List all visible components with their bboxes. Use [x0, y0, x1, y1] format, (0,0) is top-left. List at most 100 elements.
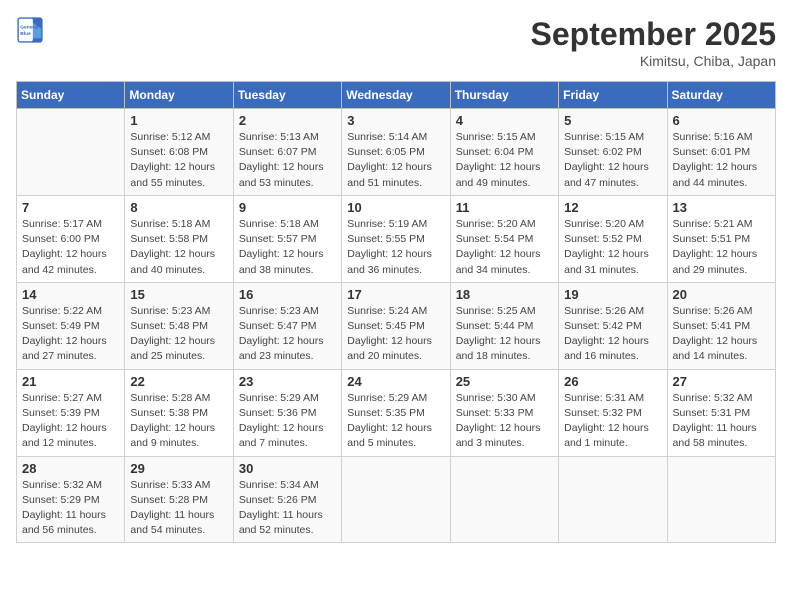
day-number: 8 [130, 200, 227, 215]
day-cell: 24 Sunrise: 5:29 AM Sunset: 5:35 PM Dayli… [342, 369, 450, 456]
calendar-table: SundayMondayTuesdayWednesdayThursdayFrid… [16, 81, 776, 543]
day-cell [342, 456, 450, 543]
day-cell: 25Sunrise: 5:30 AM Sunset: 5:33 PM Dayli… [450, 369, 558, 456]
day-cell: 10Sunrise: 5:19 AM Sunset: 5:55 PM Dayli… [342, 195, 450, 282]
day-number: 29 [130, 461, 227, 476]
day-info: Sunrise: 5:18 AM Sunset: 5:57 PM Dayligh… [239, 217, 336, 278]
day-info: Sunrise: 5:28 AM Sunset: 5:38 PM Dayligh… [130, 391, 227, 452]
day-cell: 30 Sunrise: 5:34 AM Sunset: 5:26 PM Dayli… [233, 456, 341, 543]
day-info: Sunrise: 5:33 AM Sunset: 5:28 PM Dayligh… [130, 478, 227, 539]
day-cell: 19 Sunrise: 5:26 AM Sunset: 5:42 PM Dayli… [559, 282, 667, 369]
day-cell: 12Sunrise: 5:20 AM Sunset: 5:52 PM Dayli… [559, 195, 667, 282]
day-cell: 26 Sunrise: 5:31 AM Sunset: 5:32 PM Dayli… [559, 369, 667, 456]
day-info: Sunrise: 5:15 AM Sunset: 6:04 PM Dayligh… [456, 130, 553, 191]
svg-text:Blue: Blue [20, 31, 31, 37]
day-info: Sunrise: 5:13 AM Sunset: 6:07 PM Dayligh… [239, 130, 336, 191]
day-number: 16 [239, 287, 336, 302]
day-info: Sunrise: 5:24 AM Sunset: 5:45 PM Dayligh… [347, 304, 444, 365]
day-number: 10 [347, 200, 444, 215]
day-number: 15 [130, 287, 227, 302]
day-cell [17, 109, 125, 196]
col-header-friday: Friday [559, 82, 667, 109]
day-info: Sunrise: 5:34 AM Sunset: 5:26 PM Dayligh… [239, 478, 336, 539]
day-number: 22 [130, 374, 227, 389]
day-cell: 21 Sunrise: 5:27 AM Sunset: 5:39 PM Dayli… [17, 369, 125, 456]
day-number: 20 [673, 287, 770, 302]
week-row-2: 7 Sunrise: 5:17 AM Sunset: 6:00 PM Daylig… [17, 195, 776, 282]
day-cell: 27 Sunrise: 5:32 AM Sunset: 5:31 PM Dayli… [667, 369, 775, 456]
day-cell: 7 Sunrise: 5:17 AM Sunset: 6:00 PM Daylig… [17, 195, 125, 282]
day-cell: 15 Sunrise: 5:23 AM Sunset: 5:48 PM Dayli… [125, 282, 233, 369]
day-info: Sunrise: 5:32 AM Sunset: 5:29 PM Dayligh… [22, 478, 119, 539]
day-number: 7 [22, 200, 119, 215]
day-info: Sunrise: 5:25 AM Sunset: 5:44 PM Dayligh… [456, 304, 553, 365]
day-number: 27 [673, 374, 770, 389]
day-cell: 18 Sunrise: 5:25 AM Sunset: 5:44 PM Dayli… [450, 282, 558, 369]
day-number: 14 [22, 287, 119, 302]
week-row-3: 14 Sunrise: 5:22 AM Sunset: 5:49 PM Dayli… [17, 282, 776, 369]
day-cell: 4 Sunrise: 5:15 AM Sunset: 6:04 PM Daylig… [450, 109, 558, 196]
day-info: Sunrise: 5:16 AM Sunset: 6:01 PM Dayligh… [673, 130, 770, 191]
day-cell: 29 Sunrise: 5:33 AM Sunset: 5:28 PM Dayli… [125, 456, 233, 543]
week-row-5: 28 Sunrise: 5:32 AM Sunset: 5:29 PM Dayli… [17, 456, 776, 543]
day-cell: 16Sunrise: 5:23 AM Sunset: 5:47 PM Dayli… [233, 282, 341, 369]
calendar-body: 1 Sunrise: 5:12 AM Sunset: 6:08 PM Daylig… [17, 109, 776, 543]
col-header-sunday: Sunday [17, 82, 125, 109]
day-number: 6 [673, 113, 770, 128]
day-number: 13 [673, 200, 770, 215]
day-cell: 22 Sunrise: 5:28 AM Sunset: 5:38 PM Dayli… [125, 369, 233, 456]
day-info: Sunrise: 5:30 AM Sunset: 5:33 PM Dayligh… [456, 391, 553, 452]
day-info: Sunrise: 5:20 AM Sunset: 5:52 PM Dayligh… [564, 217, 661, 278]
day-cell: 1 Sunrise: 5:12 AM Sunset: 6:08 PM Daylig… [125, 109, 233, 196]
day-number: 17 [347, 287, 444, 302]
day-number: 21 [22, 374, 119, 389]
day-info: Sunrise: 5:27 AM Sunset: 5:39 PM Dayligh… [22, 391, 119, 452]
day-cell: 8 Sunrise: 5:18 AM Sunset: 5:58 PM Daylig… [125, 195, 233, 282]
day-info: Sunrise: 5:26 AM Sunset: 5:42 PM Dayligh… [564, 304, 661, 365]
day-cell [667, 456, 775, 543]
day-cell [559, 456, 667, 543]
day-info: Sunrise: 5:18 AM Sunset: 5:58 PM Dayligh… [130, 217, 227, 278]
day-info: Sunrise: 5:31 AM Sunset: 5:32 PM Dayligh… [564, 391, 661, 452]
col-header-tuesday: Tuesday [233, 82, 341, 109]
day-cell: 11Sunrise: 5:20 AM Sunset: 5:54 PM Dayli… [450, 195, 558, 282]
col-header-monday: Monday [125, 82, 233, 109]
day-cell: 9Sunrise: 5:18 AM Sunset: 5:57 PM Daylig… [233, 195, 341, 282]
day-info: Sunrise: 5:15 AM Sunset: 6:02 PM Dayligh… [564, 130, 661, 191]
page-header: General Blue September 2025 Kimitsu, Chi… [16, 16, 776, 69]
col-header-wednesday: Wednesday [342, 82, 450, 109]
day-number: 11 [456, 200, 553, 215]
month-title: September 2025 [531, 16, 776, 53]
day-info: Sunrise: 5:12 AM Sunset: 6:08 PM Dayligh… [130, 130, 227, 191]
day-number: 30 [239, 461, 336, 476]
day-cell: 23Sunrise: 5:29 AM Sunset: 5:36 PM Dayli… [233, 369, 341, 456]
day-number: 26 [564, 374, 661, 389]
logo-icon: General Blue [16, 16, 44, 44]
day-info: Sunrise: 5:17 AM Sunset: 6:00 PM Dayligh… [22, 217, 119, 278]
day-number: 19 [564, 287, 661, 302]
day-number: 24 [347, 374, 444, 389]
day-info: Sunrise: 5:21 AM Sunset: 5:51 PM Dayligh… [673, 217, 770, 278]
day-info: Sunrise: 5:23 AM Sunset: 5:48 PM Dayligh… [130, 304, 227, 365]
day-cell: 3Sunrise: 5:14 AM Sunset: 6:05 PM Daylig… [342, 109, 450, 196]
day-number: 1 [130, 113, 227, 128]
day-info: Sunrise: 5:26 AM Sunset: 5:41 PM Dayligh… [673, 304, 770, 365]
day-info: Sunrise: 5:32 AM Sunset: 5:31 PM Dayligh… [673, 391, 770, 452]
day-number: 3 [347, 113, 444, 128]
svg-text:General: General [20, 25, 39, 31]
col-header-thursday: Thursday [450, 82, 558, 109]
day-info: Sunrise: 5:29 AM Sunset: 5:35 PM Dayligh… [347, 391, 444, 452]
day-number: 2 [239, 113, 336, 128]
calendar-header-row: SundayMondayTuesdayWednesdayThursdayFrid… [17, 82, 776, 109]
day-info: Sunrise: 5:22 AM Sunset: 5:49 PM Dayligh… [22, 304, 119, 365]
day-number: 4 [456, 113, 553, 128]
day-cell: 5Sunrise: 5:15 AM Sunset: 6:02 PM Daylig… [559, 109, 667, 196]
day-cell: 13 Sunrise: 5:21 AM Sunset: 5:51 PM Dayli… [667, 195, 775, 282]
day-number: 18 [456, 287, 553, 302]
day-cell: 28 Sunrise: 5:32 AM Sunset: 5:29 PM Dayli… [17, 456, 125, 543]
day-number: 28 [22, 461, 119, 476]
week-row-4: 21 Sunrise: 5:27 AM Sunset: 5:39 PM Dayli… [17, 369, 776, 456]
day-cell: 20 Sunrise: 5:26 AM Sunset: 5:41 PM Dayli… [667, 282, 775, 369]
day-number: 23 [239, 374, 336, 389]
title-block: September 2025 Kimitsu, Chiba, Japan [531, 16, 776, 69]
